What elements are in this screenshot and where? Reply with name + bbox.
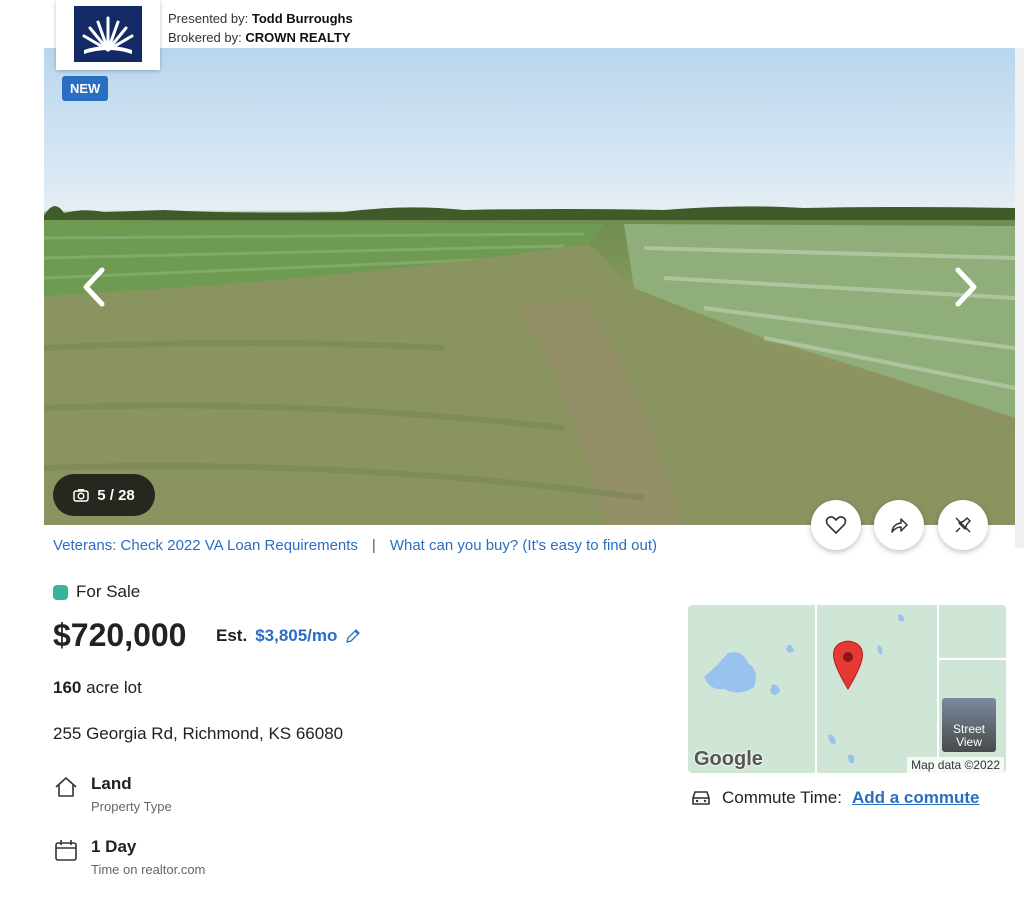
heart-icon xyxy=(825,516,847,535)
status-dot-icon xyxy=(53,584,68,600)
share-arrow-icon xyxy=(891,518,908,533)
va-loan-link[interactable]: Veterans: Check 2022 VA Loan Requirement… xyxy=(53,537,358,554)
hide-listing-button[interactable] xyxy=(938,500,988,550)
commute-time: Commute Time: Add a commute xyxy=(690,788,980,808)
map-data-attribution: Map data ©2022 xyxy=(907,757,1004,773)
property-type-value: Land xyxy=(91,774,132,793)
lot-size-value: 160 xyxy=(53,678,82,697)
broker-name[interactable]: CROWN REALTY xyxy=(245,30,350,45)
listing-status: For Sale xyxy=(53,582,140,602)
link-separator: | xyxy=(371,537,376,554)
time-on-site-label: Time on realtor.com xyxy=(91,862,206,877)
house-icon xyxy=(55,777,77,797)
location-map[interactable]: Street View Google Map data ©2022 xyxy=(688,605,1006,773)
next-photo-button[interactable] xyxy=(946,262,986,312)
broker-logo[interactable] xyxy=(56,0,160,70)
listing-price: $720,000 xyxy=(53,617,187,653)
lot-size-unit: acre lot xyxy=(86,678,142,697)
agent-name[interactable]: Todd Burroughs xyxy=(252,11,353,26)
affordability-link[interactable]: What can you buy? (It's easy to find out… xyxy=(390,537,657,554)
street-view-button[interactable]: Street View xyxy=(942,698,996,752)
time-on-site-fact: 1 Day Time on realtor.com xyxy=(53,837,205,877)
property-type-fact: Land Property Type xyxy=(53,774,172,814)
add-commute-link[interactable]: Add a commute xyxy=(852,788,980,808)
chevron-right-icon xyxy=(955,267,977,307)
car-icon xyxy=(692,791,710,805)
google-logo: Google xyxy=(694,748,763,770)
listing-photo[interactable] xyxy=(44,48,1015,525)
promo-links: Veterans: Check 2022 VA Loan Requirement… xyxy=(53,537,657,554)
new-badge: NEW xyxy=(62,76,109,101)
chevron-left-icon xyxy=(83,267,105,307)
commute-label: Commute Time: xyxy=(722,788,842,807)
page-edge xyxy=(1015,48,1024,548)
listing-address: 255 Georgia Rd, Richmond, KS 66080 xyxy=(53,724,344,743)
save-favorite-button[interactable] xyxy=(811,500,861,550)
presented-by: Presented by: Todd Burroughs Brokered by… xyxy=(168,11,353,45)
pin-off-icon xyxy=(955,517,971,533)
photo-counter[interactable]: 5 / 28 xyxy=(53,474,155,516)
map-pin-icon xyxy=(833,640,863,690)
street-view-label: Street View xyxy=(952,722,985,749)
est-label: Est. xyxy=(216,626,248,645)
property-type-label: Property Type xyxy=(91,799,172,814)
pencil-icon[interactable] xyxy=(345,628,361,644)
est-value[interactable]: $3,805/mo xyxy=(255,626,337,646)
calendar-icon xyxy=(55,840,77,861)
camera-icon xyxy=(73,489,89,502)
prev-photo-button[interactable] xyxy=(74,262,114,312)
lot-size: 160 acre lot xyxy=(53,678,142,698)
time-on-site-value: 1 Day xyxy=(91,837,137,856)
estimated-payment[interactable]: Est. $3,805/mo xyxy=(216,626,361,646)
share-button[interactable] xyxy=(874,500,924,550)
photo-counter-text: 5 / 28 xyxy=(97,486,135,504)
status-text: For Sale xyxy=(76,582,141,601)
crown-logo-icon xyxy=(74,6,142,62)
